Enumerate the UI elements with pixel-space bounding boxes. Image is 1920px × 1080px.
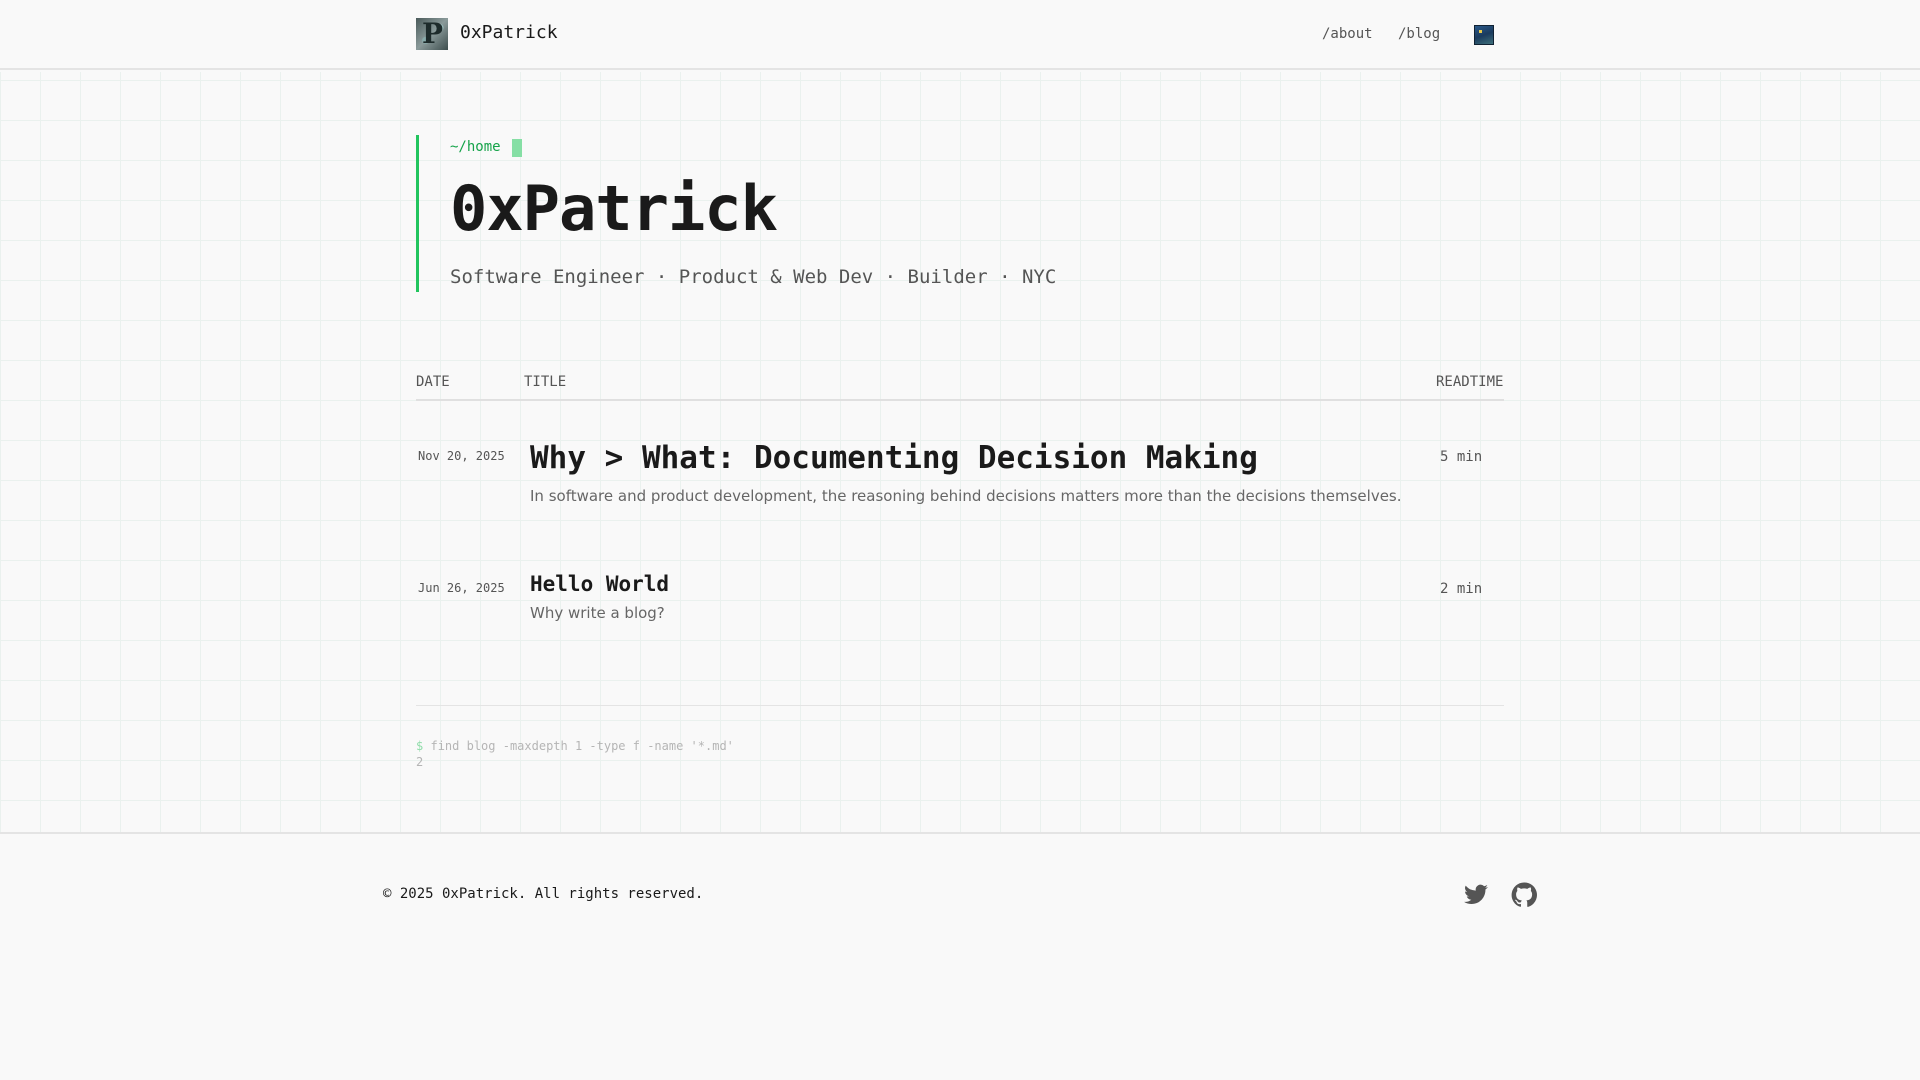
column-header-date: DATE <box>416 374 450 390</box>
footer-copyright: © 2025 0xPatrick. All rights reserved. <box>383 886 704 902</box>
page-title: 0xPatrick <box>450 172 778 245</box>
nav-about-link[interactable]: /about <box>1322 26 1373 42</box>
post-description: In software and product development, the… <box>530 487 1402 505</box>
column-header-readtime: READTIME <box>1436 374 1504 390</box>
post-readtime: 2 min <box>1440 581 1483 597</box>
header-divider <box>416 399 1504 401</box>
terminal-result: 2 <box>416 755 424 769</box>
post-description: Why write a blog? <box>530 604 665 622</box>
theme-avatar-button[interactable] <box>1474 25 1494 45</box>
column-header-title: TITLE <box>524 374 567 390</box>
post-date: Jun 26, 2025 <box>418 581 505 595</box>
brand-link[interactable]: 0xPatrick <box>460 22 558 43</box>
site-header: P 0xPatrick /about /blog <box>0 0 1920 70</box>
hero-accent-border <box>416 135 419 292</box>
post-readtime: 5 min <box>1440 449 1483 465</box>
post-title-link[interactable]: Why > What: Documenting Decision Making <box>530 440 1258 476</box>
prompt-symbol: $ <box>416 739 424 753</box>
github-icon[interactable] <box>1511 882 1537 908</box>
terminal-command: find blog -maxdepth 1 -type f -name '*.m… <box>430 739 734 753</box>
twitter-icon[interactable] <box>1463 882 1489 908</box>
content-divider <box>416 705 1504 706</box>
post-title-link[interactable]: Hello World <box>530 572 669 596</box>
logo-letter: P <box>422 17 444 50</box>
logo-image[interactable]: P <box>416 18 448 50</box>
nav-blog-link[interactable]: /blog <box>1398 26 1440 42</box>
post-date: Nov 20, 2025 <box>418 449 505 463</box>
terminal-cursor <box>512 139 522 157</box>
terminal-output: $ find blog -maxdepth 1 -type f -name '*… <box>416 738 734 770</box>
hero-path: ~/home <box>450 139 501 155</box>
hero-subtitle: Software Engineer · Product & Web Dev · … <box>450 266 1057 288</box>
